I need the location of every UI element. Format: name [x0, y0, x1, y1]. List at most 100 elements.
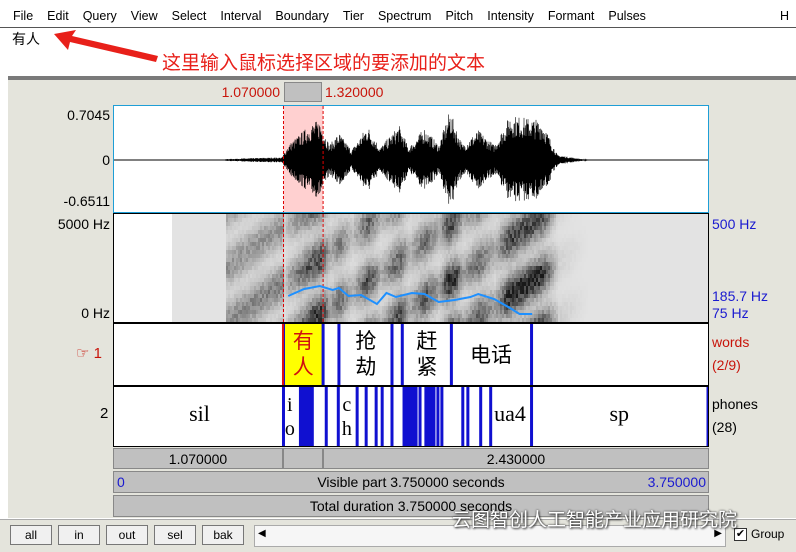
spectrogram-cell [424, 314, 426, 318]
spectrogram-cell [410, 218, 412, 222]
spectrogram-cell [250, 298, 252, 302]
spectrogram-cell [482, 290, 484, 294]
spectrogram-cell [344, 298, 346, 302]
spectrogram-cell [244, 258, 246, 262]
spectrogram-cell [314, 294, 316, 298]
waveform[interactable] [113, 105, 709, 213]
spectrogram-cell [420, 298, 422, 302]
menu-select[interactable]: Select [165, 6, 214, 26]
spectrogram-cell [350, 214, 352, 218]
spectrogram-cell [220, 250, 222, 254]
menu-pitch[interactable]: Pitch [438, 6, 480, 26]
spectrogram-cell [460, 310, 462, 314]
spectrogram-cell [290, 218, 292, 222]
text-input[interactable]: 有人 [12, 29, 40, 49]
menu-spectrum[interactable]: Spectrum [371, 6, 439, 26]
spectrogram-cell [178, 258, 180, 262]
menu-query[interactable]: Query [76, 6, 124, 26]
spectrogram-cell [208, 246, 210, 250]
spectrogram-cell [506, 290, 508, 294]
spectrogram-cell [214, 270, 216, 274]
spectrogram-cell [228, 226, 230, 230]
spectrogram-cell [188, 278, 190, 282]
spectrogram-cell [388, 234, 390, 238]
spectrogram-cell [210, 302, 212, 306]
spectrogram-cell [394, 290, 396, 294]
menu-tier[interactable]: Tier [336, 6, 371, 26]
menu-formant[interactable]: Formant [541, 6, 602, 26]
spectrogram-cell [448, 242, 450, 246]
spectrogram-cell [390, 246, 392, 250]
spectrogram-cell [302, 234, 304, 238]
spectrogram-cell [514, 286, 516, 290]
spectrogram-cell [364, 214, 366, 218]
spectrogram-cell [408, 274, 410, 278]
menu-view[interactable]: View [124, 6, 165, 26]
spectrogram[interactable] [113, 213, 709, 323]
menu-pulses[interactable]: Pulses [601, 6, 653, 26]
spectrogram-cell [356, 246, 358, 250]
spectrogram-cell [486, 250, 488, 254]
spectrogram-cell [460, 218, 462, 222]
spectrogram-cell [412, 250, 414, 254]
spectrogram-cell [422, 274, 424, 278]
spectrogram-cell [180, 274, 182, 278]
menu-intensity[interactable]: Intensity [480, 6, 541, 26]
spectrogram-cell [364, 242, 366, 246]
spectrogram-cell [286, 222, 288, 226]
spectrogram-cell [350, 298, 352, 302]
spectrogram-cell [450, 282, 452, 286]
spectrogram-cell [512, 218, 514, 222]
spectrogram-cell [330, 226, 332, 230]
spectrogram-cell [462, 310, 464, 314]
spectrogram-cell [440, 230, 442, 234]
spectrogram-cell [504, 242, 506, 246]
spectrogram-cell [224, 306, 226, 310]
spectrogram-cell [218, 290, 220, 294]
spectrogram-cell [296, 262, 298, 266]
spectrogram-cell [384, 230, 386, 234]
spectrogram-cell [506, 250, 508, 254]
spectrogram-cell [460, 274, 462, 278]
spectrogram-cell [370, 234, 372, 238]
spectrogram-cell [442, 226, 444, 230]
spectrogram-cell [310, 314, 312, 318]
spectrogram-cell [376, 266, 378, 270]
spectrogram-cell [406, 246, 408, 250]
spectrogram-cell [186, 294, 188, 298]
spectrogram-cell [388, 278, 390, 282]
spectrogram-cell [434, 242, 436, 246]
spectrogram-cell [464, 214, 466, 218]
spectrogram-cell [308, 226, 310, 230]
spectrogram-cell [388, 238, 390, 242]
spectrogram-cell [316, 214, 318, 218]
spectrogram-cell [454, 226, 456, 230]
menu-interval[interactable]: Interval [213, 6, 268, 26]
spectrogram-cell [354, 286, 356, 290]
spectrogram-cell [338, 258, 340, 262]
menu-file[interactable]: File [0, 6, 40, 26]
spectrogram-cell [384, 318, 386, 322]
spectrogram-cell [360, 286, 362, 290]
spectrogram-cell [506, 258, 508, 262]
spectrogram-cell [500, 310, 502, 314]
spectrogram-cell [466, 218, 468, 222]
spectrogram-cell [228, 214, 230, 218]
menu-boundary[interactable]: Boundary [268, 6, 336, 26]
spectrogram-cell [288, 282, 290, 286]
spectrogram-cell [294, 254, 296, 258]
selection-handle[interactable] [284, 82, 322, 102]
spectrogram-cell [416, 234, 418, 238]
spectrogram-cell [526, 262, 528, 266]
spectrogram-cell [316, 298, 318, 302]
menu-h[interactable]: H [773, 6, 796, 26]
spectrogram-cell [448, 290, 450, 294]
menu-edit[interactable]: Edit [40, 6, 76, 26]
spectrogram-cell [410, 262, 412, 266]
spectrogram-cell [526, 230, 528, 234]
spectrogram-cell [228, 290, 230, 294]
spectrogram-cell [444, 302, 446, 306]
spectrogram-cell [504, 222, 506, 226]
spectrogram-cell [308, 294, 310, 298]
spectrogram-cell [338, 234, 340, 238]
